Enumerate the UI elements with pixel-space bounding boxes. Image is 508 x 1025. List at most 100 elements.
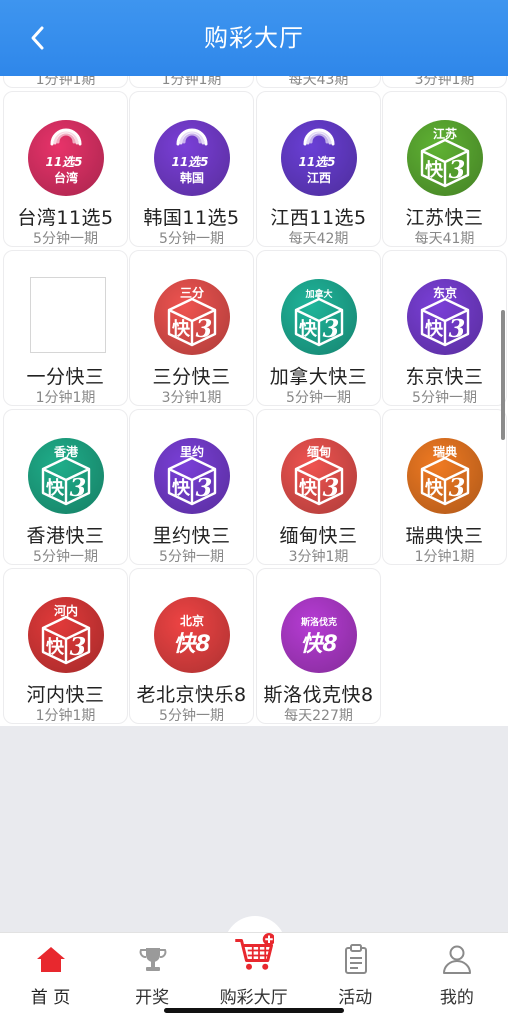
- logo-badge-text: 香港: [53, 444, 79, 459]
- lottery-card[interactable]: 11选5 江西 江西11选5 每天42期: [256, 91, 381, 247]
- svg-text:3: 3: [449, 155, 466, 184]
- trophy-icon: [139, 948, 167, 971]
- svg-text:11选5: 11选5: [45, 155, 82, 169]
- lottery-name: 瑞典快三: [405, 525, 484, 547]
- svg-text:3: 3: [196, 473, 213, 502]
- tab-home[interactable]: 首 页: [0, 933, 101, 1025]
- svg-text:快: 快: [46, 636, 65, 658]
- logo-badge-text: 三分: [180, 285, 204, 300]
- lottery-period: 3分钟1期: [414, 76, 475, 88]
- lottery-name: 加拿大快三: [269, 366, 368, 388]
- lottery-card-partial[interactable]: 1分钟1期: [129, 76, 254, 88]
- lottery-name: 韩国11选5: [143, 207, 240, 229]
- lottery-period: 1分钟1期: [35, 708, 96, 724]
- lottery-card[interactable]: 11选5 台湾 台湾11选5 5分钟一期: [3, 91, 128, 247]
- lottery-period: 1分钟1期: [414, 549, 475, 565]
- svg-text:3: 3: [449, 314, 466, 343]
- page-title: 购彩大厅: [204, 24, 304, 52]
- lottery-grid: 1分钟1期 1分钟1期 每天43期 3分钟1期 11选5 台湾 台湾11选5 5分钟一期 11选…: [0, 76, 508, 726]
- 11x5-logo-icon: 11选5韩国: [154, 120, 230, 196]
- svg-text:3: 3: [323, 473, 340, 502]
- lottery-card[interactable]: 斯洛伐克 快8 斯洛伐克快8 每天227期: [256, 568, 381, 724]
- logo-badge-text: 台湾: [54, 170, 78, 185]
- svg-text:快: 快: [299, 477, 318, 499]
- tab-user[interactable]: 我的: [406, 933, 507, 1025]
- lottery-period: 3分钟1期: [288, 549, 349, 565]
- lottery-name: 江苏快三: [405, 207, 484, 229]
- lottery-card[interactable]: 加拿大快 3 加拿大快三 5分钟一期: [256, 250, 381, 406]
- lottery-period: 1分钟1期: [35, 76, 96, 88]
- kuai3-logo-icon: 东京快 3: [407, 279, 483, 355]
- tab-label: 活动: [338, 988, 373, 1008]
- lottery-card[interactable]: 里约快 3 里约快三 5分钟一期: [129, 409, 254, 565]
- lottery-card[interactable]: 东京快 3 东京快三 5分钟一期: [382, 250, 507, 406]
- lottery-name: 一分快三: [26, 366, 105, 388]
- lottery-name: 东京快三: [405, 366, 484, 388]
- logo-badge-text: 斯洛伐克: [301, 616, 337, 628]
- lottery-period: 5分钟一期: [159, 549, 224, 565]
- svg-text:快8: 快8: [173, 632, 210, 657]
- svg-text:3: 3: [449, 473, 466, 502]
- kuai3-logo-icon: 里约快 3: [154, 438, 230, 514]
- svg-text:11选5: 11选5: [298, 155, 335, 169]
- kuai3-logo-icon: 江苏快 3: [407, 120, 483, 196]
- 11x5-logo-icon: 11选5台湾: [28, 120, 104, 196]
- lottery-card[interactable]: 11选5 韩国 韩国11选5 5分钟一期: [129, 91, 254, 247]
- svg-text:3: 3: [70, 632, 87, 661]
- lottery-card-partial[interactable]: 1分钟1期: [3, 76, 128, 88]
- clipboard-icon: [344, 944, 367, 974]
- logo-badge-text: 韩国: [180, 170, 204, 185]
- kuai3-logo-icon: 香港快 3: [28, 438, 104, 514]
- tab-label: 首 页: [30, 988, 71, 1008]
- lottery-card[interactable]: 一分快三 1分钟1期: [3, 250, 128, 406]
- kuai3-logo-icon: 三分快 3: [154, 279, 230, 355]
- svg-text:11选5: 11选5: [171, 155, 208, 169]
- logo-badge-text: 河内: [53, 603, 78, 618]
- svg-text:快: 快: [299, 318, 318, 340]
- lottery-name: 江西11选5: [270, 207, 367, 229]
- lottery-period: 5分钟一期: [286, 390, 351, 406]
- lottery-period: 5分钟一期: [33, 549, 98, 565]
- tab-label: 开奖: [135, 988, 170, 1008]
- svg-text:快: 快: [425, 159, 444, 181]
- 11x5-logo-icon: 11选5江西: [281, 120, 357, 196]
- lottery-card-partial[interactable]: 3分钟1期: [382, 76, 507, 88]
- lottery-card[interactable]: 三分快 3 三分快三 3分钟1期: [129, 250, 254, 406]
- header-bar: 购彩大厅: [0, 0, 508, 76]
- logo-badge-text: 北京: [180, 613, 204, 628]
- svg-text:快8: 快8: [300, 632, 337, 657]
- lottery-card[interactable]: 江苏快 3 江苏快三 每天41期: [382, 91, 507, 247]
- lottery-period: 每天43期: [288, 76, 349, 88]
- logo-badge-text: 瑞典: [433, 444, 457, 459]
- lottery-period: 1分钟1期: [35, 390, 96, 406]
- cart-icon: [235, 933, 275, 970]
- lottery-card[interactable]: 香港快 3 香港快三 5分钟一期: [3, 409, 128, 565]
- lottery-card-partial[interactable]: 每天43期: [256, 76, 381, 88]
- kuai3-logo-icon: 瑞典快 3: [407, 438, 483, 514]
- lottery-card[interactable]: 缅甸快 3 缅甸快三 3分钟1期: [256, 409, 381, 565]
- home-indicator: [164, 1008, 344, 1013]
- kuai3-logo-icon: 缅甸快 3: [281, 438, 357, 514]
- logo-badge-text: 东京: [433, 285, 457, 300]
- logo-badge-text: 江苏: [433, 126, 457, 141]
- logo-badge-text: 里约: [180, 444, 204, 459]
- lottery-name: 香港快三: [26, 525, 105, 547]
- svg-text:快: 快: [425, 318, 444, 340]
- tab-label: 我的: [439, 988, 474, 1008]
- logo-badge-text: 加拿大: [304, 288, 332, 300]
- svg-text:快: 快: [172, 318, 191, 340]
- svg-text:3: 3: [70, 473, 87, 502]
- lottery-period: 5分钟一期: [412, 390, 477, 406]
- lottery-card[interactable]: 北京 快8 老北京快乐8 5分钟一期: [129, 568, 254, 724]
- svg-text:快: 快: [425, 477, 444, 499]
- lottery-card[interactable]: 河内快 3 河内快三 1分钟1期: [3, 568, 128, 724]
- logo-badge-text: 江西: [307, 170, 331, 185]
- lottery-name: 缅甸快三: [279, 525, 358, 547]
- lottery-name: 老北京快乐8: [136, 684, 247, 706]
- lottery-card[interactable]: 瑞典快 3 瑞典快三 1分钟1期: [382, 409, 507, 565]
- logo-placeholder: [30, 277, 106, 353]
- scrollbar[interactable]: [501, 310, 505, 440]
- kuai3-logo-icon: 河内快 3: [28, 597, 104, 673]
- lottery-period: 1分钟1期: [161, 76, 222, 88]
- lottery-name: 台湾11选5: [17, 207, 114, 229]
